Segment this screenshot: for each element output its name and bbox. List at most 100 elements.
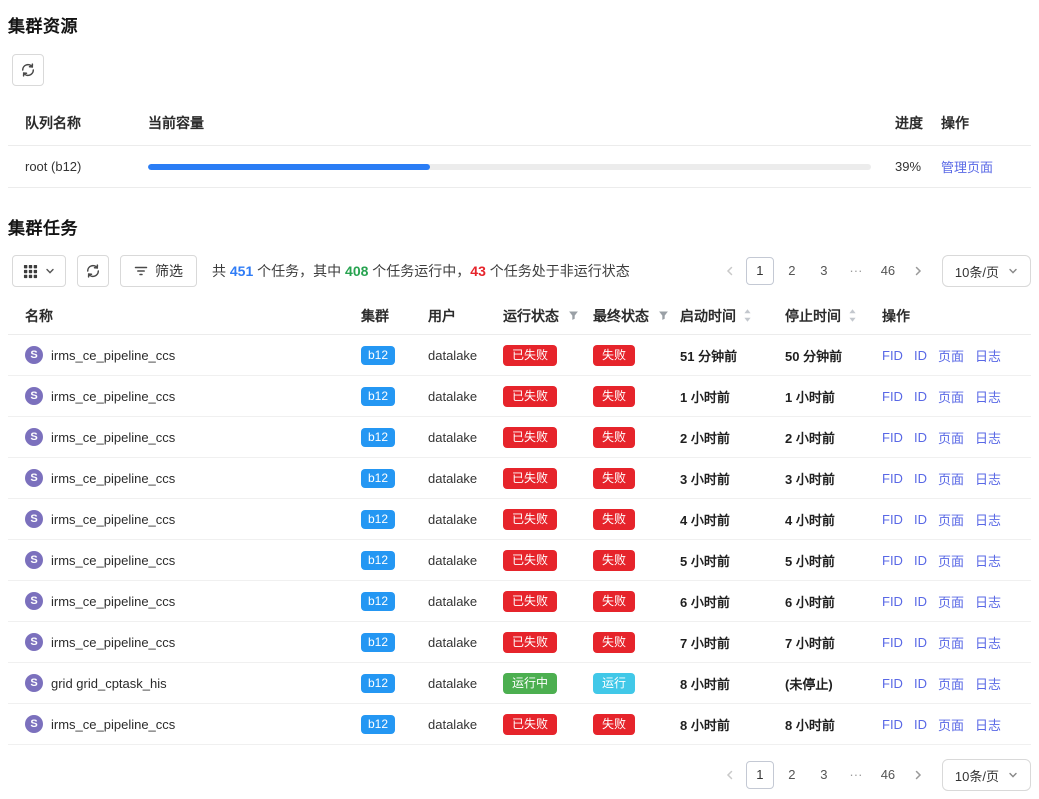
page-link[interactable]: 页面 <box>938 428 964 447</box>
pagination-ellipsis[interactable]: ··· <box>842 761 870 789</box>
pagination-page-1[interactable]: 1 <box>746 761 774 789</box>
page-link[interactable]: 页面 <box>938 633 964 652</box>
page-link[interactable]: 页面 <box>938 551 964 570</box>
filter-button[interactable]: 筛选 <box>120 255 197 287</box>
stop-time-sorter-icon[interactable] <box>848 308 857 323</box>
log-link[interactable]: 日志 <box>975 592 1001 611</box>
task-run-status-cell: 已失败 <box>503 509 593 530</box>
chevron-left-icon[interactable] <box>716 257 744 285</box>
total-task-count: 451 <box>230 263 253 279</box>
pagination-page-2[interactable]: 2 <box>778 257 806 285</box>
log-link[interactable]: 日志 <box>975 469 1001 488</box>
task-run-status-cell: 已失败 <box>503 632 593 653</box>
page-size-select[interactable]: 10条/页 <box>942 255 1031 287</box>
tasks-table-body: S irms_ce_pipeline_ccs b12 datalake 已失败 … <box>8 335 1031 745</box>
header-stop-time-label: 停止时间 <box>785 306 841 326</box>
task-actions-cell: FID ID 页面 日志 <box>882 428 1031 447</box>
log-link[interactable]: 日志 <box>975 346 1001 365</box>
id-link[interactable]: ID <box>914 594 927 609</box>
task-user: datalake <box>428 512 477 527</box>
id-link[interactable]: ID <box>914 348 927 363</box>
cluster-badge: b12 <box>361 510 395 529</box>
task-name-cell: S irms_ce_pipeline_ccs <box>8 715 361 733</box>
fid-link[interactable]: FID <box>882 348 903 363</box>
pagination-page-3[interactable]: 3 <box>810 761 838 789</box>
chevron-left-icon[interactable] <box>716 761 744 789</box>
chevron-right-icon[interactable] <box>904 761 932 789</box>
tasks-table-header: 名称 集群 用户 运行状态 最终状态 启动时间 <box>8 297 1031 335</box>
spark-avatar: S <box>25 551 43 569</box>
id-link[interactable]: ID <box>914 512 927 527</box>
tasks-refresh-button[interactable] <box>77 255 109 287</box>
page-link[interactable]: 页面 <box>938 346 964 365</box>
pagination-page-2[interactable]: 2 <box>778 761 806 789</box>
resource-actions-cell: 管理页面 <box>933 157 1031 176</box>
pagination-page-46[interactable]: 46 <box>874 257 902 285</box>
log-link[interactable]: 日志 <box>975 387 1001 406</box>
task-start-time: 8 小时前 <box>680 674 785 693</box>
task-final-status-cell: 失败 <box>593 468 680 489</box>
column-settings-button[interactable] <box>12 255 66 287</box>
task-user: datalake <box>428 635 477 650</box>
log-link[interactable]: 日志 <box>975 633 1001 652</box>
refresh-icon <box>85 263 101 279</box>
page-link[interactable]: 页面 <box>938 387 964 406</box>
log-link[interactable]: 日志 <box>975 428 1001 447</box>
log-link[interactable]: 日志 <box>975 510 1001 529</box>
pagination-ellipsis[interactable]: ··· <box>842 257 870 285</box>
fid-link[interactable]: FID <box>882 717 903 732</box>
fid-link[interactable]: FID <box>882 676 903 691</box>
capacity-cell <box>148 164 885 170</box>
manage-page-link[interactable]: 管理页面 <box>941 160 993 175</box>
task-user-cell: datalake <box>422 471 503 486</box>
id-link[interactable]: ID <box>914 676 927 691</box>
run-status-badge: 已失败 <box>503 386 557 407</box>
chevron-right-icon[interactable] <box>904 257 932 285</box>
header-stop-time: 停止时间 <box>785 306 882 326</box>
id-link[interactable]: ID <box>914 389 927 404</box>
fid-link[interactable]: FID <box>882 635 903 650</box>
log-link[interactable]: 日志 <box>975 715 1001 734</box>
start-time-sorter-icon[interactable] <box>743 308 752 323</box>
task-start-time: 1 小时前 <box>680 387 785 406</box>
header-run-status: 运行状态 <box>503 306 593 326</box>
pagination-page-46[interactable]: 46 <box>874 761 902 789</box>
page-link[interactable]: 页面 <box>938 592 964 611</box>
fid-link[interactable]: FID <box>882 594 903 609</box>
resources-refresh-button[interactable] <box>12 54 44 86</box>
page-link[interactable]: 页面 <box>938 469 964 488</box>
log-link[interactable]: 日志 <box>975 551 1001 570</box>
task-start-time: 51 分钟前 <box>680 346 785 365</box>
final-status-filter-funnel-icon[interactable] <box>658 310 669 321</box>
page-link[interactable]: 页面 <box>938 510 964 529</box>
tasks-toolbar: 筛选 共 451 个任务，其中 408 个任务运行中，43 个任务处于非运行状态… <box>12 255 1031 287</box>
id-link[interactable]: ID <box>914 553 927 568</box>
page-link[interactable]: 页面 <box>938 715 964 734</box>
fid-link[interactable]: FID <box>882 389 903 404</box>
fid-link[interactable]: FID <box>882 471 903 486</box>
run-status-filter-funnel-icon[interactable] <box>568 310 579 321</box>
page-size-select[interactable]: 10条/页 <box>942 759 1031 791</box>
task-stop-time: 3 小时前 <box>785 469 882 488</box>
fid-link[interactable]: FID <box>882 512 903 527</box>
pagination-page-3[interactable]: 3 <box>810 257 838 285</box>
task-actions-cell: FID ID 页面 日志 <box>882 346 1031 365</box>
log-link[interactable]: 日志 <box>975 674 1001 693</box>
page-link[interactable]: 页面 <box>938 674 964 693</box>
pagination-page-1[interactable]: 1 <box>746 257 774 285</box>
fid-link[interactable]: FID <box>882 553 903 568</box>
task-user: datalake <box>428 717 477 732</box>
task-name-cell: S irms_ce_pipeline_ccs <box>8 428 361 446</box>
id-link[interactable]: ID <box>914 635 927 650</box>
id-link[interactable]: ID <box>914 430 927 445</box>
spark-avatar: S <box>25 510 43 528</box>
id-link[interactable]: ID <box>914 717 927 732</box>
cluster-badge: b12 <box>361 428 395 447</box>
fid-link[interactable]: FID <box>882 430 903 445</box>
task-name: irms_ce_pipeline_ccs <box>51 348 175 363</box>
task-final-status-cell: 失败 <box>593 714 680 735</box>
run-status-badge: 运行中 <box>503 673 557 694</box>
task-user: datalake <box>428 676 477 691</box>
id-link[interactable]: ID <box>914 471 927 486</box>
task-run-status-cell: 运行中 <box>503 673 593 694</box>
